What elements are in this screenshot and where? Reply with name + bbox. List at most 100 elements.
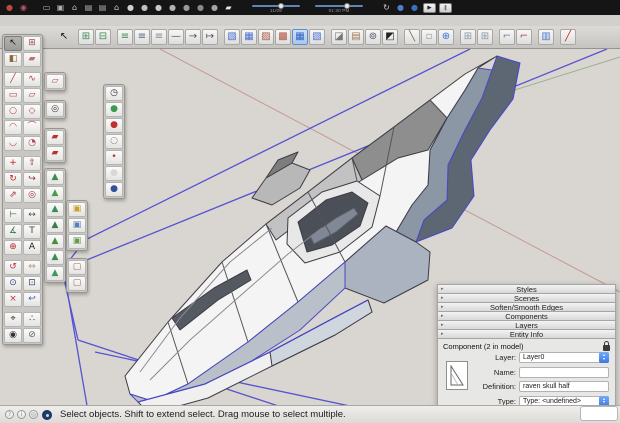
- materials-stack-icon[interactable]: ▤: [348, 29, 364, 45]
- clock-icon[interactable]: ◷: [105, 86, 123, 101]
- style-sphere-6-icon[interactable]: ●: [195, 2, 206, 13]
- style-sphere-5-icon[interactable]: ●: [181, 2, 192, 13]
- iso-cube-yellow-icon[interactable]: ▣: [68, 202, 86, 217]
- dropdown-arrows-icon[interactable]: ▲ ▼: [599, 352, 609, 363]
- red-pencil-icon[interactable]: ╱: [560, 29, 576, 45]
- play-button[interactable]: ▶: [423, 2, 436, 13]
- help-circle-icon[interactable]: ?: [5, 410, 14, 419]
- tool-zoom-window-icon[interactable]: ⊡: [23, 276, 41, 291]
- circle-target-tool-icon[interactable]: ◎: [46, 102, 64, 117]
- disclosure-triangle-icon[interactable]: ▸: [441, 322, 444, 328]
- tool-previous-icon[interactable]: ↩: [23, 292, 41, 307]
- shadow-time-slider[interactable]: 01:30 PM: [313, 2, 365, 13]
- name-field[interactable]: [519, 366, 609, 378]
- definition-field[interactable]: raven skull half: [519, 381, 609, 392]
- tool-freehand-icon[interactable]: ∿: [23, 72, 41, 87]
- folder-icon[interactable]: ▤: [97, 2, 108, 13]
- style-sphere-7-icon[interactable]: ●: [209, 2, 220, 13]
- instructor-circle-icon[interactable]: i: [17, 410, 26, 419]
- sandbox-flip-edge-icon[interactable]: ▲: [46, 266, 64, 281]
- slider-knob[interactable]: [344, 3, 350, 9]
- panel-bar-components[interactable]: ▸ Components: [437, 311, 616, 321]
- red-marker-icon[interactable]: •: [105, 150, 123, 165]
- tool-pie-icon[interactable]: ◔: [23, 136, 41, 151]
- edge-lines-green-icon[interactable]: ≡: [117, 29, 133, 45]
- quad-face-tool-icon[interactable]: ▱: [46, 74, 64, 89]
- web-globe-icon[interactable]: ⊕: [438, 29, 454, 45]
- line-tag-icon[interactable]: ⌐: [499, 29, 515, 45]
- sandbox-add-detail-icon[interactable]: ▲: [46, 250, 64, 265]
- edge-line-arrow-icon[interactable]: →: [185, 29, 201, 45]
- tool-position-camera-icon[interactable]: ⌖: [4, 312, 22, 327]
- edge-line-end-icon[interactable]: ↦: [202, 29, 218, 45]
- dialog-bubble-1-icon[interactable]: ▢: [68, 260, 86, 275]
- style-sphere-3-icon[interactable]: ●: [153, 2, 164, 13]
- tool-zoom-icon[interactable]: ⊙: [4, 276, 22, 291]
- shadow-date-slider[interactable]: 11/08: [250, 2, 302, 13]
- disclosure-triangle-icon[interactable]: ▸: [441, 313, 444, 319]
- home-icon[interactable]: ⌂: [69, 2, 80, 13]
- window-header-blue-icon[interactable]: ▥: [538, 29, 554, 45]
- disclosure-triangle-icon[interactable]: ▸: [441, 331, 444, 337]
- key-tool-icon[interactable]: ╲: [404, 29, 420, 45]
- select-arrow-icon[interactable]: ↖: [56, 29, 72, 45]
- tool-look-around-icon[interactable]: ◉: [4, 328, 22, 343]
- tool-two-point-arc-icon[interactable]: ⌒: [23, 120, 41, 135]
- edge-lines-dim-icon[interactable]: ≡: [151, 29, 167, 45]
- measurements-box[interactable]: [580, 406, 618, 421]
- tool-paint-bucket-icon[interactable]: ◧: [4, 52, 22, 67]
- disclosure-triangle-icon[interactable]: ▸: [441, 286, 444, 292]
- tool-circle-icon[interactable]: ○: [4, 104, 22, 119]
- style-sphere-2-icon[interactable]: ●: [139, 2, 150, 13]
- panel-bar-scenes[interactable]: ▸ Scenes: [437, 293, 616, 303]
- blue-sphere-1-icon[interactable]: ●: [395, 2, 406, 13]
- tool-eraser-icon[interactable]: ▰: [23, 52, 41, 67]
- slider-track[interactable]: [315, 3, 363, 9]
- hatch-diagonal-icon[interactable]: ▧: [224, 29, 240, 45]
- hatch-dense-blue-icon[interactable]: ▦: [292, 29, 308, 45]
- window-grid-2-icon[interactable]: ⊞: [477, 29, 493, 45]
- tool-text-icon[interactable]: T: [23, 224, 41, 239]
- tool-dimensions-icon[interactable]: ↔: [23, 208, 41, 223]
- trackpad-icon[interactable]: ▭: [41, 2, 52, 13]
- iso-cube-blue-icon[interactable]: ▣: [68, 218, 86, 233]
- disclosure-triangle-icon[interactable]: ▸: [441, 295, 444, 301]
- tool-polygon-icon[interactable]: ◇: [23, 104, 41, 119]
- sandbox-drape-icon[interactable]: ▲: [46, 234, 64, 249]
- red-plane-2-icon[interactable]: ▰: [46, 146, 64, 161]
- box-icon[interactable]: ▣: [55, 2, 66, 13]
- sync-icon[interactable]: ↻: [381, 2, 392, 13]
- home-outline-icon[interactable]: ⌂: [111, 2, 122, 13]
- panel-bar-styles[interactable]: ▸ Styles: [437, 284, 616, 294]
- sandbox-from-contours-icon[interactable]: ▲: [46, 170, 64, 185]
- tool-protractor-icon[interactable]: ∡: [4, 224, 22, 239]
- sketchy-page-icon[interactable]: ◪: [331, 29, 347, 45]
- dialog-bubble-2-icon[interactable]: ▢: [68, 276, 86, 291]
- tool-3d-text-icon[interactable]: A: [23, 240, 41, 255]
- blue-sphere-2-icon[interactable]: ●: [409, 2, 420, 13]
- disclosure-triangle-icon[interactable]: ▸: [441, 304, 444, 310]
- hatch-diag-blue-icon[interactable]: ▧: [309, 29, 325, 45]
- tool-follow-me-icon[interactable]: ↪: [23, 172, 41, 187]
- tool-three-point-arc-icon[interactable]: ◡: [4, 136, 22, 151]
- sandbox-from-scratch-icon[interactable]: ▲: [46, 186, 64, 201]
- tool-orbit-icon[interactable]: ↺: [4, 260, 22, 275]
- tool-tape-measure-icon[interactable]: ⊢: [4, 208, 22, 223]
- grid-faint-icon[interactable]: ▫: [421, 29, 437, 45]
- hatch-cross-blue-icon[interactable]: ▦: [241, 29, 257, 45]
- geolocation-circle-icon[interactable]: ◎: [29, 410, 38, 419]
- edge-lines-arrow-icon[interactable]: ≡: [134, 29, 150, 45]
- panel-bar-soften-smooth-edges[interactable]: ▸ Soften/Smooth Edges: [437, 302, 616, 312]
- tool-move-icon[interactable]: +: [4, 156, 22, 171]
- style-sphere-1-icon[interactable]: ●: [125, 2, 136, 13]
- tool-select-icon[interactable]: ↖: [4, 36, 22, 51]
- tool-walk-icon[interactable]: ∴: [23, 312, 41, 327]
- signin-status-icon[interactable]: [42, 409, 52, 420]
- lock-icon[interactable]: [603, 341, 610, 351]
- green-globe-icon[interactable]: ●: [105, 102, 123, 117]
- tool-section-plane-icon[interactable]: ⊘: [23, 328, 41, 343]
- hatch-dense-red-icon[interactable]: ▩: [275, 29, 291, 45]
- tool-line-icon[interactable]: ╱: [4, 72, 22, 87]
- tool-zoom-extents-icon[interactable]: ×: [4, 292, 22, 307]
- sandbox-smoove-icon[interactable]: ▲: [46, 202, 64, 217]
